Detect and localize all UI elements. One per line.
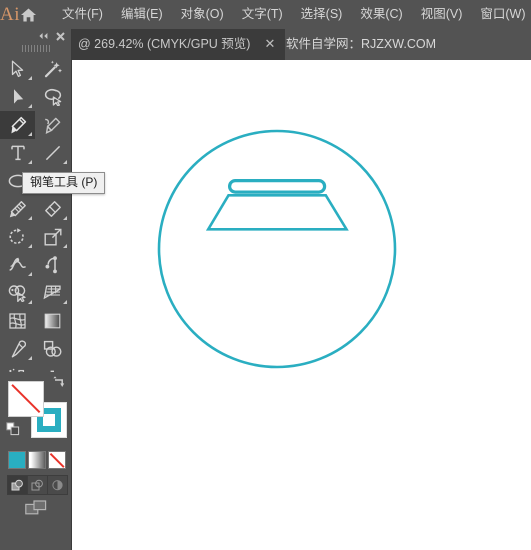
- menu-window[interactable]: 窗口(W): [471, 2, 531, 27]
- free-transform-tool[interactable]: [35, 251, 70, 279]
- flyout-triangle-icon: [28, 160, 32, 164]
- grip-dots-icon: [21, 44, 50, 52]
- menu-file[interactable]: 文件(F): [53, 2, 112, 27]
- perspective-grid-tool[interactable]: [35, 279, 70, 307]
- artboard-canvas[interactable]: [71, 60, 531, 550]
- color-mode-button[interactable]: [8, 451, 26, 469]
- tool-row: [0, 55, 71, 83]
- flyout-triangle-icon: [28, 300, 32, 304]
- draw-behind-button[interactable]: [28, 476, 48, 494]
- flyout-triangle-icon: [28, 76, 32, 80]
- flyout-triangle-icon: [28, 216, 32, 220]
- flyout-triangle-icon: [28, 104, 32, 108]
- paint-mode-group: [8, 451, 66, 469]
- artwork-trapezoid[interactable]: [205, 194, 349, 231]
- selection-tool[interactable]: [0, 55, 35, 83]
- gradient-tool[interactable]: [35, 307, 70, 335]
- tool-row: [0, 279, 71, 307]
- draw-normal-button[interactable]: [8, 476, 28, 494]
- document-tab[interactable]: @ 269.42% (CMYK/GPU 预览) ✕: [68, 29, 286, 60]
- artwork-top-bar[interactable]: [228, 179, 327, 194]
- flyout-triangle-icon: [63, 216, 67, 220]
- menu-object[interactable]: 对象(O): [172, 2, 233, 27]
- color-controls-panel: [0, 372, 71, 521]
- flyout-triangle-icon: [28, 356, 32, 360]
- eraser-tool[interactable]: [35, 195, 70, 223]
- menu-select[interactable]: 选择(S): [292, 2, 352, 27]
- menu-bar: Ai 文件(F) 编辑(E) 对象(O) 文字(T) 选择(S) 效果(C) 视…: [0, 0, 531, 29]
- none-slash-icon: [49, 452, 65, 468]
- flyout-triangle-icon: [63, 160, 67, 164]
- line-segment-tool[interactable]: [35, 139, 70, 167]
- tool-row: [0, 335, 71, 363]
- tools-panel-header: [0, 29, 71, 43]
- tool-row: [0, 307, 71, 335]
- chevron-collapse-icon[interactable]: [36, 30, 50, 42]
- type-tool[interactable]: [0, 139, 35, 167]
- shape-builder-tool[interactable]: [0, 279, 35, 307]
- menu-edit[interactable]: 编辑(E): [112, 2, 172, 27]
- flyout-triangle-icon: [28, 244, 32, 248]
- draw-mode-group: [7, 475, 68, 495]
- scale-tool[interactable]: [35, 223, 70, 251]
- lasso-tool[interactable]: [35, 83, 70, 111]
- artwork-vector[interactable]: [71, 60, 531, 550]
- close-icon[interactable]: ✕: [264, 29, 275, 60]
- none-mode-button[interactable]: [48, 451, 66, 469]
- tool-tooltip: 钢笔工具 (P): [22, 172, 106, 194]
- fill-swatch[interactable]: [8, 381, 44, 417]
- rotate-tool[interactable]: [0, 223, 35, 251]
- illustrator-window: Ai 文件(F) 编辑(E) 对象(O) 文字(T) 选择(S) 效果(C) 视…: [0, 0, 531, 550]
- tool-row: [0, 223, 71, 251]
- eyedropper-tool[interactable]: [0, 335, 35, 363]
- direct-selection-tool[interactable]: [0, 83, 35, 111]
- flyout-triangle-icon: [63, 300, 67, 304]
- app-logo: Ai: [0, 4, 20, 25]
- none-slash-icon: [9, 382, 43, 416]
- watermark-text: 软件自学网：RJZXW.COM: [286, 37, 436, 51]
- document-tab-bar: @ 269.42% (CMYK/GPU 预览) ✕ 软件自学网：RJZXW.CO…: [0, 29, 531, 60]
- draw-inside-button[interactable]: [48, 476, 67, 494]
- tool-row: [0, 83, 71, 111]
- blend-tool[interactable]: [35, 335, 70, 363]
- panel-drag-handle[interactable]: [0, 43, 71, 53]
- menu-item-list: 文件(F) 编辑(E) 对象(O) 文字(T) 选择(S) 效果(C) 视图(V…: [47, 0, 531, 29]
- width-tool[interactable]: [0, 251, 35, 279]
- flyout-triangle-icon: [28, 132, 32, 136]
- gradient-mode-button[interactable]: [28, 451, 46, 469]
- close-icon[interactable]: [53, 30, 67, 42]
- mesh-tool[interactable]: [0, 307, 35, 335]
- tool-row: [0, 251, 71, 279]
- fill-stroke-group: [0, 372, 71, 448]
- menu-type[interactable]: 文字(T): [233, 2, 292, 27]
- pen-tool[interactable]: [0, 111, 35, 139]
- default-fill-stroke-icon[interactable]: [6, 422, 20, 436]
- document-tab-title: @ 269.42% (CMYK/GPU 预览): [78, 37, 251, 51]
- menu-view[interactable]: 视图(V): [412, 2, 472, 27]
- add-anchor-point-tool[interactable]: [35, 111, 70, 139]
- swap-fill-stroke-icon[interactable]: [52, 376, 66, 390]
- flyout-triangle-icon: [28, 272, 32, 276]
- menu-effect[interactable]: 效果(C): [351, 2, 411, 27]
- artwork-circle-outline[interactable]: [157, 129, 397, 369]
- tool-row: [0, 139, 71, 167]
- screen-mode-button[interactable]: [25, 500, 47, 516]
- home-icon[interactable]: [20, 0, 37, 29]
- magic-wand-tool[interactable]: [35, 55, 70, 83]
- tool-row: [0, 111, 71, 139]
- pencil-tool[interactable]: [0, 195, 35, 223]
- flyout-triangle-icon: [63, 244, 67, 248]
- tool-row: [0, 195, 71, 223]
